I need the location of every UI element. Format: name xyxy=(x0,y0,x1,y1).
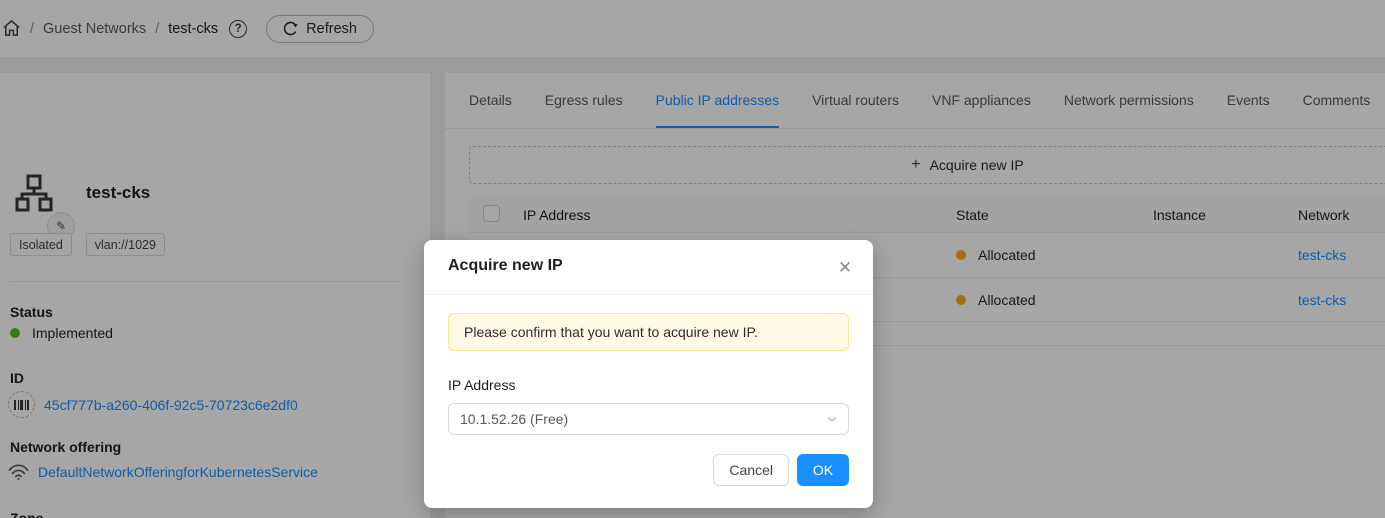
ip-address-label: IP Address xyxy=(448,377,849,393)
close-icon[interactable]: ✕ xyxy=(833,256,857,280)
chevron-down-icon xyxy=(826,413,838,425)
cancel-button[interactable]: Cancel xyxy=(713,454,789,486)
ok-button[interactable]: OK xyxy=(797,454,849,486)
confirm-alert-text: Please confirm that you want to acquire … xyxy=(464,324,758,340)
ip-address-select-value: 10.1.52.26 (Free) xyxy=(460,411,568,427)
acquire-new-ip-modal: Acquire new IP ✕ Please confirm that you… xyxy=(424,240,873,508)
modal-body: Please confirm that you want to acquire … xyxy=(424,295,873,435)
modal-title: Acquire new IP xyxy=(448,257,563,274)
modal-header: Acquire new IP ✕ xyxy=(424,240,873,295)
confirm-alert: Please confirm that you want to acquire … xyxy=(448,313,849,351)
ip-address-select[interactable]: 10.1.52.26 (Free) xyxy=(448,403,849,435)
modal-footer: Cancel OK xyxy=(713,454,849,486)
